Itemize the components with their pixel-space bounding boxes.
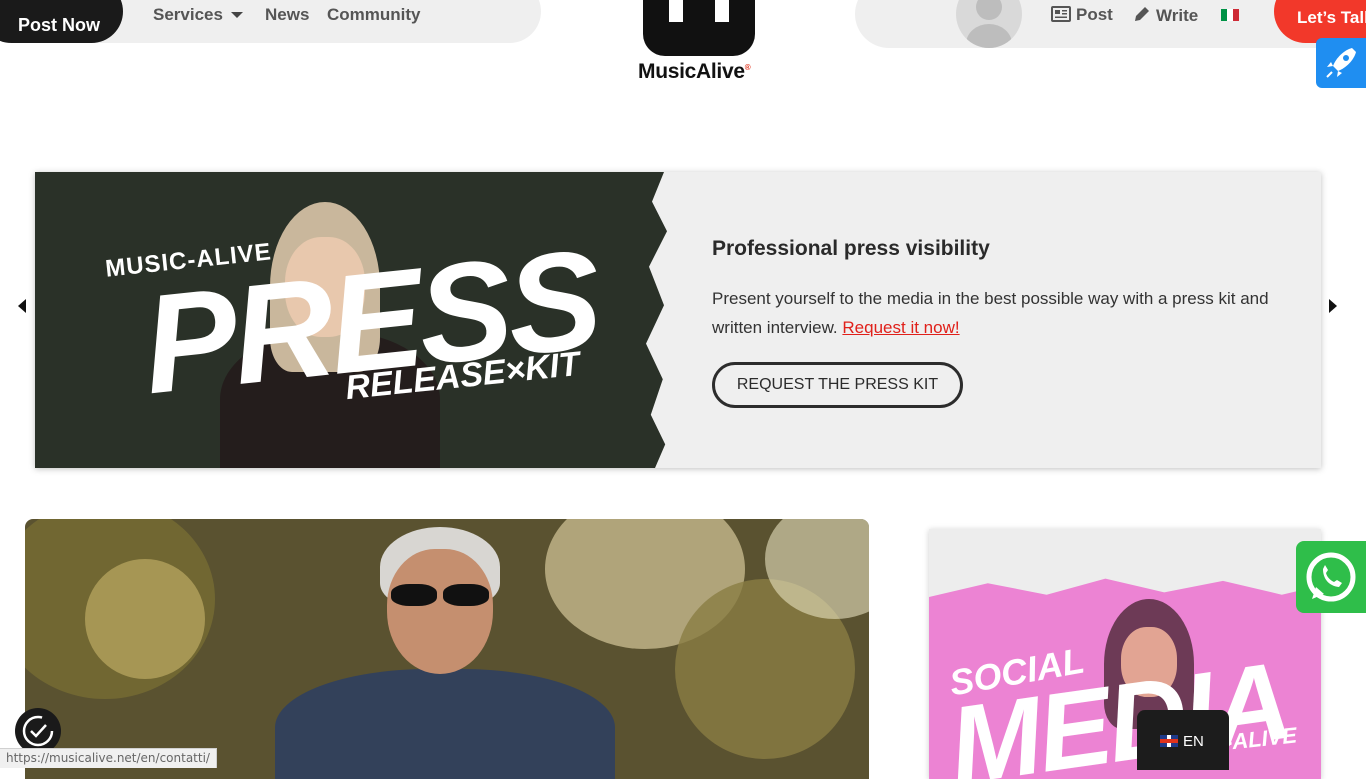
social-media-promo[interactable]: SOCIAL MEDIA C-ALIVE bbox=[929, 529, 1321, 779]
newspaper-icon bbox=[1051, 6, 1071, 22]
whatsapp-icon bbox=[1306, 552, 1356, 602]
chevron-right-icon[interactable] bbox=[1329, 299, 1337, 313]
pencil-icon bbox=[1135, 7, 1149, 21]
nav-services[interactable]: Services bbox=[153, 5, 223, 25]
logo-text: MusicAlive® bbox=[638, 60, 751, 83]
italy-flag-icon[interactable] bbox=[1221, 9, 1239, 21]
chevron-left-icon[interactable] bbox=[18, 299, 26, 313]
logo-mark-icon bbox=[643, 0, 755, 56]
language-switcher[interactable]: EN bbox=[1137, 710, 1229, 770]
uk-flag-icon bbox=[1160, 735, 1178, 747]
hero-heading: Professional press visibility bbox=[712, 237, 990, 260]
status-bar-url: https://musicalive.net/en/contatti/ bbox=[0, 748, 217, 768]
rocket-icon bbox=[1326, 48, 1356, 78]
hero-text: Present yourself to the media in the bes… bbox=[712, 289, 1269, 337]
lets-talk-button[interactable]: Let’s Talk bbox=[1274, 0, 1366, 43]
rocket-button[interactable] bbox=[1316, 38, 1366, 88]
request-link[interactable]: Request it now! bbox=[842, 318, 959, 337]
write-link[interactable]: Write bbox=[1133, 5, 1198, 26]
post-now-button[interactable]: Post Now bbox=[0, 0, 123, 43]
request-press-kit-button[interactable]: REQUEST THE PRESS KIT bbox=[712, 362, 963, 408]
nav-news[interactable]: News bbox=[265, 5, 309, 25]
whatsapp-button[interactable] bbox=[1296, 541, 1366, 613]
nav-community[interactable]: Community bbox=[327, 5, 421, 25]
caret-down-icon[interactable] bbox=[231, 12, 243, 18]
press-kit-banner-image: MUSIC-ALIVE PRESS RELEASE×KIT bbox=[35, 172, 675, 468]
post-link[interactable]: Post bbox=[1051, 5, 1113, 25]
article-image[interactable] bbox=[25, 519, 869, 779]
